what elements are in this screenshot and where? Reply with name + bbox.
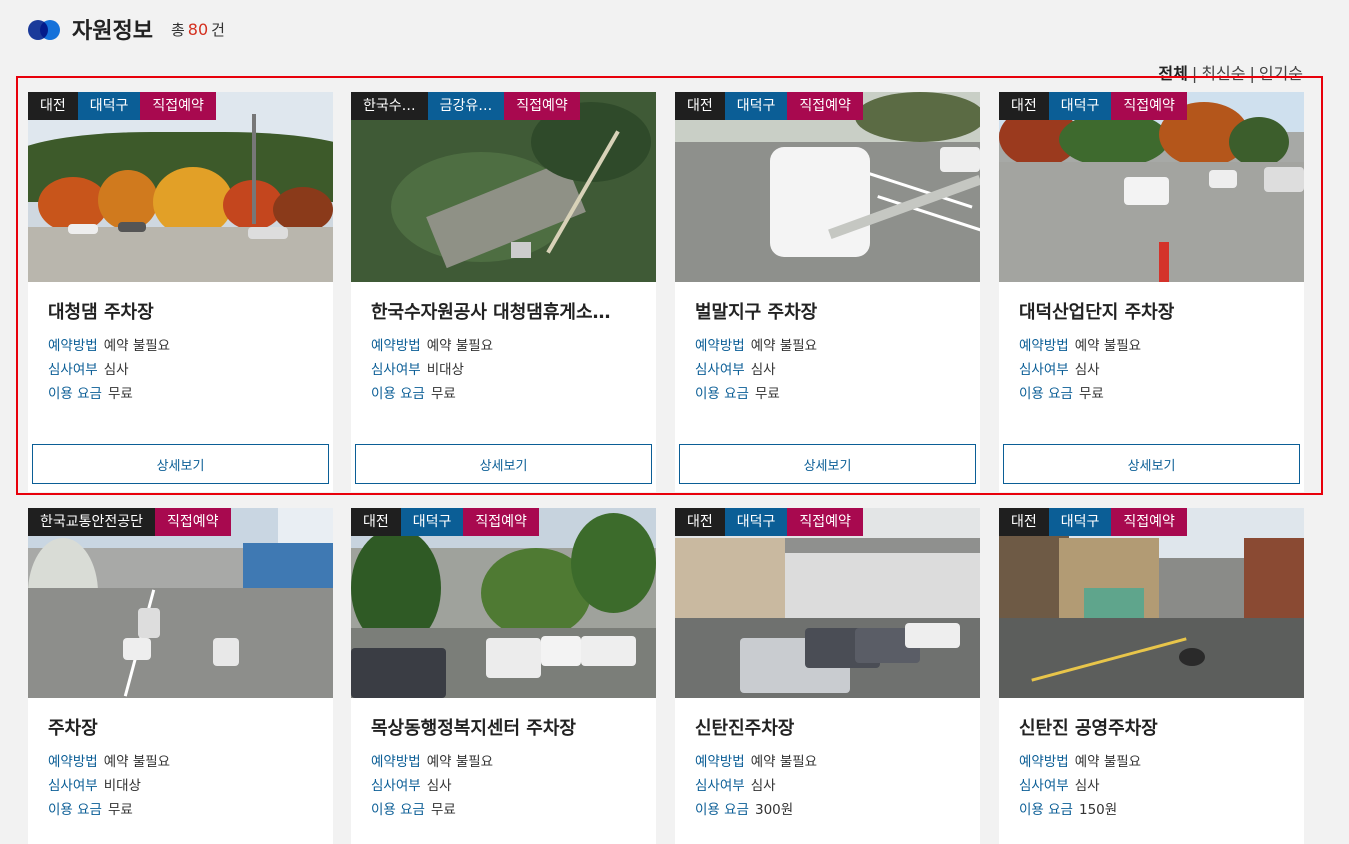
tag-district: 대덕구 — [1048, 508, 1112, 536]
resource-card[interactable]: 대전 대덕구 직접예약 신탄진주차장 예약방법 예약 불필요 심사여부 심사 이용 … — [675, 508, 980, 844]
tag-region: 한국수… — [351, 92, 428, 120]
review-row: 심사여부 비대상 — [371, 362, 464, 378]
fee-row: 이용 요금 무료 — [48, 802, 133, 818]
card-image: 한국수… 금강유… 직접예약 — [351, 92, 656, 282]
card-image: 한국교통안전공단 직접예약 — [28, 508, 333, 698]
tag-direct-reservation: 직접예약 — [155, 508, 231, 536]
review-row: 심사여부 심사 — [1019, 362, 1100, 378]
sort-latest[interactable]: 최신순 — [1201, 64, 1245, 83]
card-title[interactable]: 한국수자원공사 대청댐휴게소… — [371, 298, 636, 328]
fee-row: 이용 요금 무료 — [695, 386, 780, 402]
fee-row: 이용 요금 무료 — [1019, 386, 1104, 402]
detail-button[interactable]: 상세보기 — [32, 444, 329, 484]
detail-button[interactable]: 상세보기 — [355, 444, 652, 484]
logo-icon — [28, 18, 62, 40]
card-tags: 한국교통안전공단 직접예약 — [28, 508, 231, 536]
tag-direct-reservation: 직접예약 — [787, 92, 863, 120]
tag-direct-reservation: 직접예약 — [504, 92, 580, 120]
total-count-number: 80 — [187, 19, 209, 39]
card-tags: 대전 대덕구 직접예약 — [675, 508, 863, 536]
resource-card[interactable]: 대전 대덕구 직접예약 목상동행정복지센터 주차장 예약방법 예약 불필요 심사여… — [351, 508, 656, 844]
tag-direct-reservation: 직접예약 — [1111, 92, 1187, 120]
fee-row: 이용 요금 무료 — [371, 802, 456, 818]
sort-all[interactable]: 전체 — [1158, 64, 1187, 83]
detail-button[interactable]: 상세보기 — [679, 444, 976, 484]
fee-row: 이용 요금 무료 — [48, 386, 133, 402]
total-count: 총 80 건 — [170, 19, 225, 39]
card-image: 대전 대덕구 직접예약 — [675, 92, 980, 282]
tag-district: 대덕구 — [1048, 92, 1112, 120]
card-image: 대전 대덕구 직접예약 — [675, 508, 980, 698]
card-image: 대전 대덕구 직접예약 — [28, 92, 333, 282]
card-title[interactable]: 신탄진 공영주차장 — [1019, 714, 1284, 744]
tag-region: 대전 — [999, 508, 1049, 536]
card-tags: 대전 대덕구 직접예약 — [351, 508, 539, 536]
tag-region: 대전 — [999, 92, 1049, 120]
tag-direct-reservation: 직접예약 — [140, 92, 216, 120]
card-title[interactable]: 목상동행정복지센터 주차장 — [371, 714, 636, 744]
review-row: 심사여부 심사 — [695, 362, 776, 378]
review-row: 심사여부 비대상 — [48, 778, 141, 794]
reservation-method-row: 예약방법 예약 불필요 — [48, 754, 171, 770]
fee-row: 이용 요금 무료 — [371, 386, 456, 402]
resource-card[interactable]: 대전 대덕구 직접예약 벌말지구 주차장 예약방법 예약 불필요 심사여부 심사 이… — [675, 92, 980, 492]
reservation-method-row: 예약방법 예약 불필요 — [371, 754, 494, 770]
detail-button[interactable]: 상세보기 — [1003, 444, 1300, 484]
tag-region: 대전 — [675, 92, 725, 120]
tag-district: 대덕구 — [400, 508, 464, 536]
resource-card[interactable]: 대전 대덕구 직접예약 대청댐 주차장 예약방법 예약 불필요 심사여부 심사 이용… — [28, 92, 333, 492]
page-header: 자원정보 총 80 건 — [28, 14, 225, 44]
tag-direct-reservation: 직접예약 — [1111, 508, 1187, 536]
tag-district: 대덕구 — [724, 92, 788, 120]
review-row: 심사여부 심사 — [1019, 778, 1100, 794]
reservation-method-row: 예약방법 예약 불필요 — [371, 338, 494, 354]
sort-separator: | — [1249, 64, 1255, 83]
card-tags: 한국수… 금강유… 직접예약 — [351, 92, 580, 120]
card-title[interactable]: 신탄진주차장 — [695, 714, 960, 744]
card-title[interactable]: 벌말지구 주차장 — [695, 298, 960, 328]
sort-popular[interactable]: 인기순 — [1259, 64, 1303, 83]
reservation-method-row: 예약방법 예약 불필요 — [695, 338, 818, 354]
tag-direct-reservation: 직접예약 — [463, 508, 539, 536]
card-tags: 대전 대덕구 직접예약 — [999, 92, 1187, 120]
tag-direct-reservation: 직접예약 — [787, 508, 863, 536]
sort-separator: | — [1191, 64, 1198, 83]
review-row: 심사여부 심사 — [48, 362, 129, 378]
tag-district: 금강유… — [427, 92, 505, 120]
sort-options: 전체 | 최신순 | 인기순 — [1158, 60, 1303, 84]
card-tags: 대전 대덕구 직접예약 — [675, 92, 863, 120]
card-title[interactable]: 주차장 — [48, 714, 313, 744]
tag-region: 대전 — [28, 92, 78, 120]
review-row: 심사여부 심사 — [695, 778, 776, 794]
resource-card[interactable]: 대전 대덕구 직접예약 대덕산업단지 주차장 예약방법 예약 불필요 심사여부 심사… — [999, 92, 1304, 492]
tag-region: 대전 — [351, 508, 401, 536]
resource-card[interactable]: 한국교통안전공단 직접예약 주차장 예약방법 예약 불필요 심사여부 비대상 이용 … — [28, 508, 333, 844]
card-image: 대전 대덕구 직접예약 — [999, 92, 1304, 282]
tag-agency: 한국교통안전공단 — [28, 508, 156, 536]
tag-region: 대전 — [675, 508, 725, 536]
resource-card[interactable]: 한국수… 금강유… 직접예약 한국수자원공사 대청댐휴게소… 예약방법 예약 불필… — [351, 92, 656, 492]
page-title: 자원정보 — [72, 19, 153, 44]
reservation-method-row: 예약방법 예약 불필요 — [48, 338, 171, 354]
fee-row: 이용 요금 300원 — [695, 802, 794, 818]
resource-card[interactable]: 대전 대덕구 직접예약 신탄진 공영주차장 예약방법 예약 불필요 심사여부 심사 … — [999, 508, 1304, 844]
reservation-method-row: 예약방법 예약 불필요 — [1019, 338, 1142, 354]
card-tags: 대전 대덕구 직접예약 — [999, 508, 1187, 536]
card-title[interactable]: 대청댐 주차장 — [48, 298, 313, 328]
review-row: 심사여부 심사 — [371, 778, 452, 794]
fee-row: 이용 요금 150원 — [1019, 802, 1118, 818]
reservation-method-row: 예약방법 예약 불필요 — [1019, 754, 1142, 770]
card-image: 대전 대덕구 직접예약 — [351, 508, 656, 698]
card-image: 대전 대덕구 직접예약 — [999, 508, 1304, 698]
card-tags: 대전 대덕구 직접예약 — [28, 92, 216, 120]
reservation-method-row: 예약방법 예약 불필요 — [695, 754, 818, 770]
tag-district: 대덕구 — [724, 508, 788, 536]
card-title[interactable]: 대덕산업단지 주차장 — [1019, 298, 1284, 328]
tag-district: 대덕구 — [77, 92, 141, 120]
